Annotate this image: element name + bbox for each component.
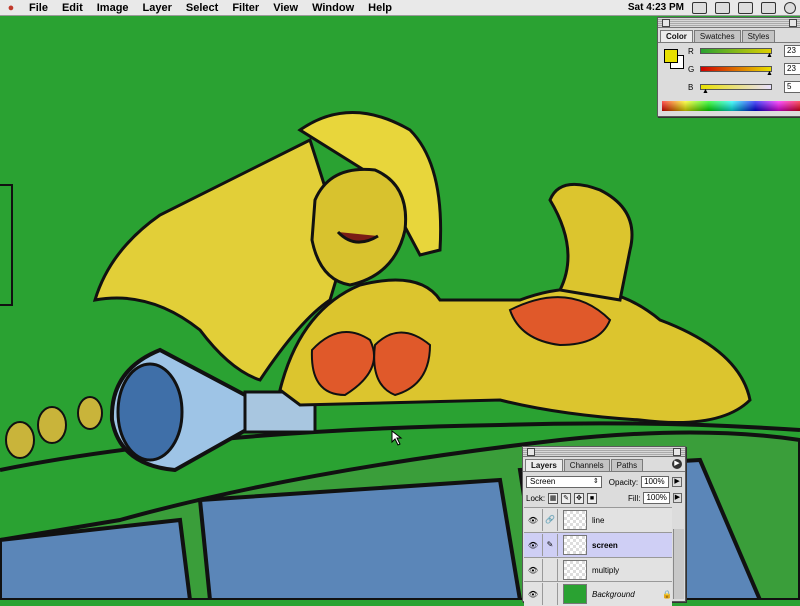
green-slider[interactable] [700,66,772,72]
menu-file[interactable]: File [22,2,55,14]
layer-name: screen [592,540,618,550]
close-box-icon[interactable] [662,19,670,27]
red-label: R [688,47,694,56]
menu-view[interactable]: View [266,2,305,14]
menu-filter[interactable]: Filter [225,2,266,14]
layer-row-line[interactable]: 👁 🔗 line [524,507,672,532]
layers-scrollbar[interactable] [673,529,684,599]
lock-transparency-icon[interactable]: ▦ [548,492,559,504]
fill-label: Fill: [628,493,641,503]
blend-mode-value: Screen [530,477,556,486]
green-label: G [688,65,695,74]
phone-icon[interactable] [715,1,730,14]
tab-styles[interactable]: Styles [741,30,776,42]
opacity-label: Opacity: [608,477,639,487]
menu-image[interactable]: Image [90,2,136,14]
paintbrush-icon[interactable]: ✎ [542,534,558,556]
opacity-arrow-icon[interactable]: ▶ [672,477,682,487]
blue-slider-handle[interactable]: ▲ [702,88,709,95]
red-slider[interactable] [700,48,772,54]
layer-row-screen[interactable]: 👁 ✎ screen [524,532,672,557]
padlock-icon: 🔒 [662,589,672,599]
layer-name: line [592,515,605,525]
layers-palette-titlebar[interactable] [523,447,685,457]
foreground-color-swatch[interactable] [664,49,678,63]
layer-name: Background [592,589,635,599]
red-value-field[interactable]: 23 [784,45,800,57]
layer-link-icon[interactable] [542,559,558,581]
apple-menu-icon[interactable]: ● [0,2,22,14]
monitor-icon[interactable] [761,1,776,14]
green-slider-handle[interactable]: ▲ [766,70,773,77]
layer-row-multiply[interactable]: 👁 multiply [524,557,672,582]
blue-channel-row: B ▲ 5 [688,81,800,96]
green-channel-row: G ▲ 23 [688,63,800,78]
menu-window[interactable]: Window [305,2,361,14]
blue-value-field[interactable]: 5 [784,81,800,93]
layer-thumbnail [563,560,587,580]
menu-help[interactable]: Help [361,2,399,14]
layer-row-background[interactable]: 👁 Background 🔒 [524,581,672,606]
layer-name: multiply [592,565,620,575]
network-icon[interactable] [738,1,753,14]
visibility-eye-icon[interactable]: 👁 [524,566,542,575]
blue-slider[interactable] [700,84,772,90]
blue-label: B [688,83,694,92]
clock: Sat 4:23 PM [627,2,684,13]
lock-all-padlock-icon[interactable]: ■ [587,492,597,504]
collapse-box-icon[interactable] [673,448,681,456]
visibility-eye-icon[interactable]: 👁 [524,516,542,525]
menu-layer[interactable]: Layer [136,2,179,14]
chevron-updown-icon: ⇕ [592,478,599,485]
blend-mode-select[interactable]: Screen ⇕ [526,476,602,488]
menu-edit[interactable]: Edit [55,2,90,14]
layer-link-icon[interactable] [542,583,558,605]
palette-menu-arrow-icon[interactable]: ▶ [672,459,682,469]
collapse-box-icon[interactable] [789,19,797,27]
layers-palette: Layers Channels Paths ▶ Screen ⇕ Opacity:… [522,446,686,606]
close-box-icon[interactable] [527,448,535,456]
visibility-eye-icon[interactable]: 👁 [524,541,542,550]
red-channel-row: R ▲ 23 [688,45,800,60]
menu-bar: ● File Edit Image Layer Select Filter Vi… [0,0,800,16]
color-spectrum-bar[interactable] [662,101,800,111]
color-palette-titlebar[interactable] [658,18,800,28]
green-value-field[interactable]: 23 [784,63,800,75]
layer-thumbnail [563,584,587,604]
visibility-eye-icon[interactable]: 👁 [524,590,542,599]
tab-layers[interactable]: Layers [525,459,563,471]
tab-color[interactable]: Color [660,30,693,42]
layer-thumbnail [563,535,587,555]
lock-image-brush-icon[interactable]: ✎ [561,492,572,504]
printer-icon[interactable] [692,1,707,14]
layer-link-icon[interactable]: 🔗 [542,509,558,531]
lock-label: Lock: [526,493,546,503]
tab-paths[interactable]: Paths [610,459,644,471]
tab-swatches[interactable]: Swatches [693,30,741,42]
lock-position-move-icon[interactable]: ✥ [574,492,585,504]
opacity-field[interactable]: 100% [641,476,670,488]
application-switcher-icon[interactable] [784,1,796,14]
red-slider-handle[interactable]: ▲ [766,52,773,59]
tab-channels[interactable]: Channels [563,459,610,471]
fill-field[interactable]: 100% [643,492,670,504]
fill-arrow-icon[interactable]: ▶ [672,493,682,503]
mouse-pointer-icon [391,430,403,446]
menu-select[interactable]: Select [179,2,225,14]
layer-thumbnail [563,510,587,530]
color-palette: Color Swatches Styles R ▲ 23 G ▲ 23 B ▲ … [657,17,800,117]
